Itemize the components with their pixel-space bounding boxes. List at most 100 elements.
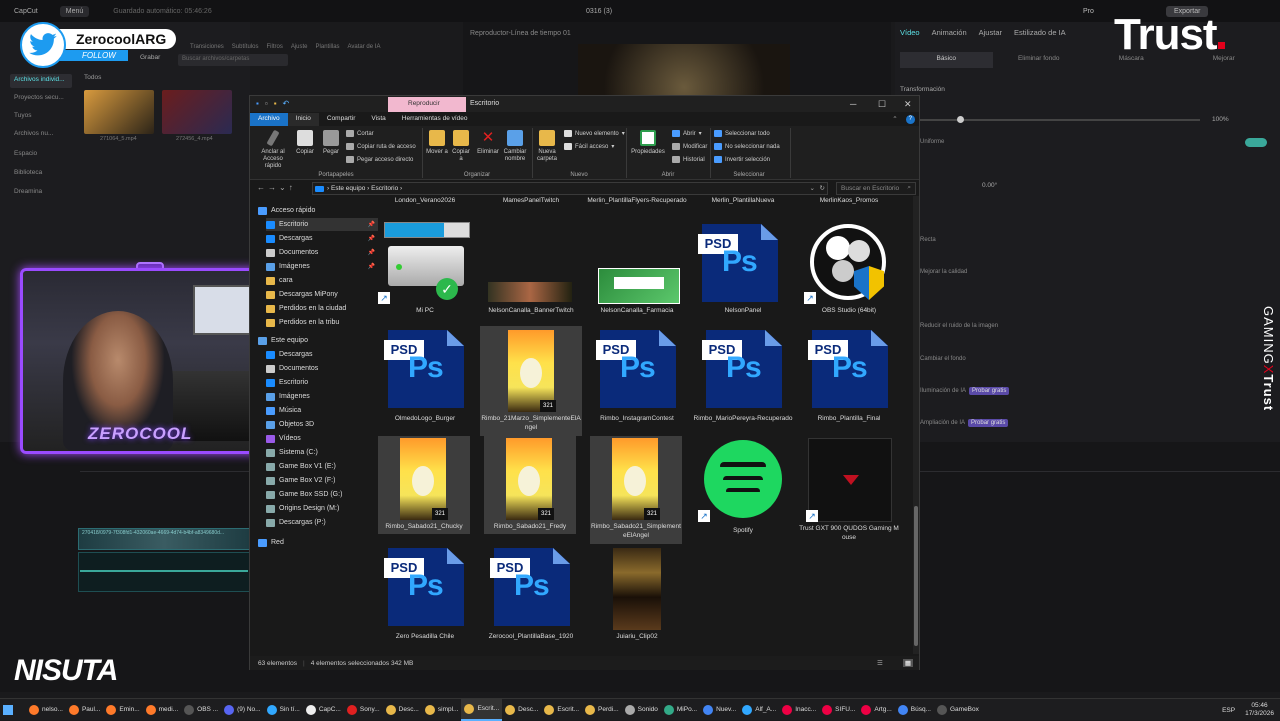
toolbar-adjust[interactable]: Ajuste [291, 44, 308, 50]
file-item[interactable]: PSD Ps Rimbo_InstagramContest [586, 330, 688, 434]
tab-video-tools[interactable]: Herramientas de vídeo [394, 113, 476, 126]
taskbar-app[interactable]: Inacc... [779, 699, 819, 721]
nav-item[interactable]: Game Box SSD (G:) [266, 488, 378, 501]
language-indicator[interactable]: ESP [1222, 707, 1235, 714]
taskbar-app[interactable]: Escrit... [541, 699, 582, 721]
nav-item[interactable]: Música [266, 404, 378, 417]
undo-icon[interactable]: ↶ [283, 99, 290, 108]
nav-item[interactable]: Vídeos [266, 432, 378, 445]
details-view-icon[interactable]: ☰ [877, 659, 883, 667]
try-free-badge[interactable]: Probar gratis [969, 387, 1010, 395]
taskbar-app[interactable]: Perdi... [582, 699, 622, 721]
select-none-button[interactable]: No seleccionar nada [714, 143, 780, 150]
close-icon[interactable]: ✕ [904, 99, 912, 110]
file-item[interactable]: NelsonCanalla_BannerTwitch [480, 220, 582, 328]
filter-all[interactable]: Todos [84, 74, 101, 81]
taskbar-app[interactable]: SIFU... [819, 699, 858, 721]
tab-ai-style[interactable]: Estilizado de IA [1014, 28, 1066, 37]
nav-item[interactable]: Objetos 3D [266, 418, 378, 431]
file-item[interactable]: ↗ OBS Studio (64bit) [798, 220, 900, 328]
new-folder-icon[interactable]: ▪ [274, 99, 277, 108]
media-thumbnail[interactable] [162, 90, 232, 134]
edit-button[interactable]: Modificar [672, 143, 707, 150]
nav-item[interactable]: Acceso rápido [258, 204, 370, 217]
collapse-ribbon-icon[interactable]: ⌃ [884, 113, 905, 126]
taskbar-app[interactable]: Alf_A... [739, 699, 779, 721]
tab-home[interactable]: Inicio [287, 113, 319, 126]
nav-item[interactable]: Sistema (C:) [266, 446, 378, 459]
transform-section[interactable]: Transformación [900, 86, 945, 93]
nav-item[interactable]: Imágenes [266, 390, 378, 403]
file-item[interactable]: PSD Ps NelsonPanel [692, 220, 794, 328]
timeline-video-clip[interactable]: 270418/0979-7f308fd1-432060ae-4669-4d74-… [78, 528, 250, 550]
file-item[interactable]: Merlin_PlantillaFlyers-Recuperado [586, 196, 688, 216]
nav-item[interactable]: Descargas [266, 348, 378, 361]
taskbar-app[interactable]: Artg... [858, 699, 894, 721]
nav-item[interactable]: Game Box V2 (F:) [266, 474, 378, 487]
taskbar-app[interactable]: Sonido [622, 699, 661, 721]
copy-path-button[interactable]: Copiar ruta de acceso [346, 143, 416, 150]
search-input[interactable]: Buscar en Escritorio ⌕ [836, 182, 916, 195]
file-item[interactable]: ↗ Trust GXT 900 QUDOS Gaming Mouse [798, 436, 900, 546]
new-item-button[interactable]: Nuevo elemento ▾ [564, 130, 625, 137]
tab-video[interactable]: Vídeo [900, 28, 920, 37]
taskbar-app[interactable]: Sony... [344, 699, 383, 721]
large-icons-view-icon[interactable]: ▦ [902, 659, 913, 667]
taskbar-app[interactable]: Búsq... [895, 699, 934, 721]
nav-item[interactable]: Game Box V1 (E:) [266, 460, 378, 473]
select-all-button[interactable]: Seleccionar todo [714, 130, 770, 137]
nav-item[interactable]: Descargas 📌 [266, 232, 378, 245]
media-thumbnail[interactable] [84, 90, 154, 134]
file-item[interactable]: PSD Ps OlmedoLogo_Burger [374, 330, 476, 434]
properties-icon[interactable]: ▫ [265, 99, 268, 108]
breadcrumb-desktop[interactable]: Escritorio [371, 185, 398, 192]
nav-item[interactable]: Documentos 📌 [266, 246, 378, 259]
taskbar-app[interactable]: nelso... [26, 699, 66, 721]
clock[interactable]: 05:46 17/3/2026 [1245, 702, 1274, 718]
taskbar-app[interactable]: Emin... [103, 699, 142, 721]
nav-item[interactable]: Este equipo [258, 334, 370, 347]
taskbar-app[interactable]: Desc... [502, 699, 541, 721]
capcut-sidebar-item[interactable]: Proyectos secu... [10, 92, 72, 106]
capcut-sidebar-item[interactable]: Archivos nu... [10, 128, 72, 142]
taskbar-app[interactable]: medi... [143, 699, 182, 721]
help-icon[interactable]: ? [905, 115, 915, 124]
chevron-down-icon[interactable]: ⌄ [810, 184, 815, 192]
file-item[interactable]: ↗ Spotify [692, 440, 794, 540]
toolbar-ai-avatar[interactable]: Avatar de IA [348, 44, 381, 50]
refresh-icon[interactable]: ↻ [820, 184, 825, 192]
taskbar-app[interactable]: Paul... [66, 699, 103, 721]
address-bar[interactable]: › Este equipo › Escritorio › ⌄ ↻ [312, 182, 828, 195]
nav-item[interactable]: Documentos [266, 362, 378, 375]
copy-button[interactable]: Copiar [294, 130, 316, 156]
scale-value[interactable]: 100% [1212, 116, 1229, 123]
nav-item[interactable]: Perdidos en la ciudad [266, 302, 378, 315]
nav-item[interactable]: Escritorio 📌 [266, 218, 378, 231]
media-search-input[interactable]: Buscar archivos/carpetas [178, 54, 288, 66]
taskbar-app[interactable]: Nuev... [700, 699, 739, 721]
nav-item[interactable]: Descargas MiPony [266, 288, 378, 301]
capcut-menu-button[interactable]: Menú [59, 5, 90, 17]
paste-shortcut-button[interactable]: Pegar acceso directo [346, 156, 413, 163]
tab-file[interactable]: Archivo [250, 113, 288, 126]
cut-button[interactable]: Cortar [346, 130, 374, 137]
taskbar-app[interactable]: OBS ... [181, 699, 221, 721]
file-item[interactable]: MerlinKaos_Promos [798, 196, 900, 216]
copy-to-button[interactable]: Copiar a [450, 130, 472, 163]
nav-item[interactable]: Escritorio [266, 376, 378, 389]
invert-selection-button[interactable]: Invertir selección [714, 156, 770, 163]
up-icon[interactable]: ↑ [289, 183, 296, 192]
delete-button[interactable]: ✕ Eliminar [475, 130, 501, 156]
scrollbar-thumb[interactable] [914, 506, 918, 646]
new-folder-button[interactable]: Nueva carpeta [534, 130, 560, 163]
back-icon[interactable]: ← [257, 183, 268, 192]
file-item-selected[interactable]: 321 Rimbo_Sabado21_SimplementeElAngel [590, 436, 682, 544]
start-icon[interactable] [0, 699, 26, 721]
taskbar-app[interactable]: CapC... [303, 699, 344, 721]
rotation-value[interactable]: 0.00° [982, 182, 997, 189]
file-item[interactable]: NelsonCanalla_Farmacia [586, 220, 688, 328]
open-button[interactable]: Abrir ▾ [672, 130, 702, 137]
capcut-sidebar-item[interactable]: Tuyos [10, 110, 72, 124]
toolbar-subtitles[interactable]: Subtítulos [232, 44, 259, 50]
taskbar-app[interactable]: (9) No... [221, 699, 263, 721]
